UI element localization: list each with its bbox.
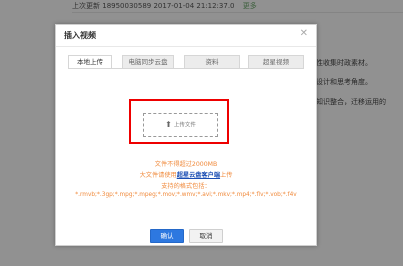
tab-materials[interactable]: 资料 [184, 55, 240, 69]
cancel-button[interactable]: 取消 [189, 229, 223, 243]
info-size: 文件不得超过2000MB [154, 161, 218, 168]
info-big-prefix: 大文件请使用 [139, 172, 177, 179]
tab-local-upload[interactable]: 本地上传 [68, 55, 112, 69]
tab-chaoxing-video[interactable]: 超星视频 [248, 55, 304, 69]
tab-pc-sync-cloud[interactable]: 电脑同步云盘 [122, 55, 174, 69]
tab-underline [68, 68, 304, 69]
info-big-file: 大文件请使用超星云盘客户端上传 [56, 170, 316, 179]
dialog-title: 插入视频 [64, 31, 96, 40]
confirm-button[interactable]: 确认 [150, 229, 184, 243]
cloud-client-link[interactable]: 超星云盘客户端 [177, 172, 220, 179]
info-formats: *.rmvb;*.3gp;*.mpg;*.mpeg;*.mov;*.wmv;*.… [75, 192, 297, 198]
info-big-suffix: 上传 [220, 172, 233, 179]
close-icon[interactable]: ✕ [300, 28, 308, 39]
highlight-box [129, 99, 229, 144]
title-separator [56, 46, 316, 47]
insert-video-dialog: 插入视频 ✕ 本地上传 电脑同步云盘 资料 超星视频 ⬆ 上传文件 文件不得超过2… [55, 24, 317, 246]
info-formats-label: 支持的格式包括： [161, 183, 211, 190]
